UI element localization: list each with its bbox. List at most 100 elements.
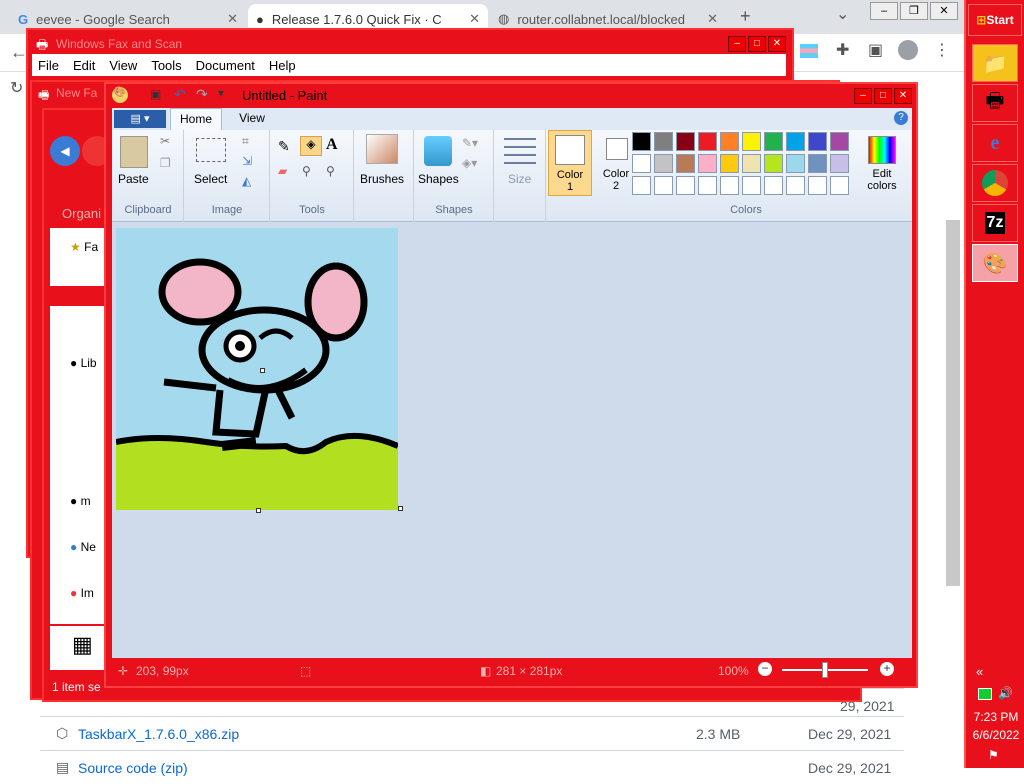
color-swatch[interactable] [764,176,783,195]
tab-search-button[interactable]: ⌄ [836,4,849,24]
fill-icon[interactable]: ◈ [300,136,322,156]
color-swatch[interactable] [654,176,673,195]
eraser-icon[interactable]: ▰ [278,164,287,178]
close-button[interactable]: ✕ [930,2,958,20]
color-swatch[interactable] [676,176,695,195]
taskbar-fax-scan[interactable]: 📁 [972,44,1018,82]
drawing-canvas[interactable] [116,228,398,510]
color-swatch[interactable] [742,176,761,195]
nav-item-libraries[interactable]: ● Lib [70,356,97,370]
color-swatch[interactable] [676,132,695,151]
extension-flag-icon[interactable] [800,44,818,58]
magnifier-icon[interactable]: ⚲ [326,164,335,178]
cut-icon[interactable]: ✂ [160,134,170,148]
paint-app-icon[interactable]: 🎨 [112,87,128,103]
resize-icon[interactable]: ⇲ [242,154,252,168]
color-swatch[interactable] [786,132,805,151]
color-swatch[interactable] [698,176,717,195]
menu-edit[interactable]: Edit [73,58,95,73]
save-icon[interactable]: ▣ [150,87,161,101]
close-button[interactable]: ✕ [768,36,786,52]
color-swatch[interactable] [632,132,651,151]
volume-icon[interactable]: 🔊 [998,686,1013,700]
pencil-icon[interactable]: ✎ [278,138,290,155]
color-swatch[interactable] [632,176,651,195]
color-swatch[interactable] [698,132,717,151]
help-icon[interactable]: ? [894,111,908,125]
extensions-icon[interactable]: ✚ [836,40,849,60]
color-swatch[interactable] [654,154,673,173]
color-swatch[interactable] [676,154,695,173]
taskbar-chrome[interactable] [972,164,1018,202]
menu-icon[interactable]: ⋮ [934,40,950,60]
nav-item-favorites[interactable]: ★ Fa [70,240,98,254]
taskbar-printer[interactable]: 🖶 [972,84,1018,122]
clock-time[interactable]: 7:23 PM [968,710,1024,724]
resize-handle-corner[interactable] [398,506,403,511]
menu-view[interactable]: View [109,58,137,73]
outline-icon[interactable]: ✎▾ [462,136,478,150]
tab-view[interactable]: View [230,111,274,125]
rotate-icon[interactable]: ◭ [242,174,251,188]
color-swatch[interactable] [808,154,827,173]
brushes-button[interactable]: Brushes [360,172,404,186]
color-swatch[interactable] [720,132,739,151]
color-swatch[interactable] [808,132,827,151]
nav-item-homegroup[interactable]: ● m [70,494,91,508]
clock-date[interactable]: 6/6/2022 [968,728,1024,742]
text-icon[interactable]: A [326,136,338,154]
color-swatch[interactable] [720,176,739,195]
minimize-button[interactable]: – [728,36,746,52]
paste-button[interactable]: Paste [118,172,149,186]
start-button[interactable]: ⊞ Start [968,4,1022,36]
flag-icon[interactable]: ⚑ [988,748,999,762]
nav-item-network[interactable]: ● Ne [70,540,96,554]
reload-icon[interactable]: ↻ [10,78,23,98]
close-icon[interactable]: ✕ [227,11,238,27]
sidepanel-icon[interactable]: ▣ [868,40,883,60]
color-swatch[interactable] [742,154,761,173]
crop-icon[interactable]: ⌗ [242,134,249,149]
qat-dropdown-icon[interactable]: ▾ [218,86,224,100]
nav-item-imaging[interactable]: ● Im [70,586,94,600]
organize-button[interactable]: Organi [62,206,101,221]
color-picker-icon[interactable]: ⚲ [302,164,311,178]
color-swatch[interactable] [808,176,827,195]
color-swatch[interactable] [698,154,717,173]
asset-link[interactable]: TaskbarX_1.7.6.0_x86.zip [78,726,239,742]
nav-item-selected[interactable] [50,286,110,306]
minimize-button[interactable]: – [870,2,898,20]
zoom-out-button[interactable]: − [758,662,772,676]
zoom-in-button[interactable]: + [880,662,894,676]
taskbar-ie[interactable]: e [972,124,1018,162]
color-swatch[interactable] [720,154,739,173]
color-swatch[interactable] [830,154,849,173]
color-swatch[interactable] [764,132,783,151]
menu-tools[interactable]: Tools [151,58,181,73]
close-button[interactable]: ✕ [894,88,912,104]
shapes-icon[interactable] [424,136,452,166]
taskbar-7zip[interactable]: 7z [972,204,1018,242]
battery-icon[interactable] [978,688,992,700]
maximize-button[interactable]: ❐ [900,2,928,20]
color-swatch[interactable] [786,154,805,173]
color-swatch[interactable] [764,154,783,173]
menu-file[interactable]: File [38,58,59,73]
menu-help[interactable]: Help [269,58,296,73]
menu-document[interactable]: Document [196,58,255,73]
undo-icon[interactable]: ↶ [174,86,186,103]
paint-menu-button[interactable]: ▤ ▾ [114,110,166,128]
minimize-button[interactable]: – [854,88,872,104]
color-swatch[interactable] [830,176,849,195]
select-icon[interactable] [196,138,226,162]
edit-colors-button[interactable]: Edit colors [860,134,904,200]
color-swatch[interactable] [742,132,761,151]
resize-handle-bottom[interactable] [256,508,261,513]
avatar[interactable] [898,40,918,60]
tab-home[interactable]: Home [170,108,222,130]
paste-icon[interactable] [120,136,148,168]
redo-icon[interactable]: ↷ [196,86,208,103]
brush-icon[interactable] [366,134,398,164]
color-swatch[interactable] [786,176,805,195]
color-swatch[interactable] [830,132,849,151]
